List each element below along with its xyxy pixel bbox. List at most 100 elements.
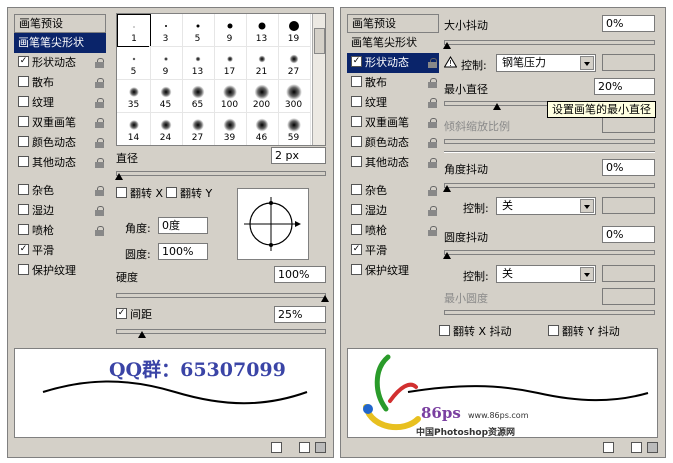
angle-jitter-field[interactable]: 0% (602, 159, 655, 176)
brush-tip-cell[interactable]: 17 (213, 47, 247, 80)
slider-knob[interactable] (493, 103, 502, 111)
sidebar-item[interactable]: 画笔笔尖形状 (347, 33, 439, 53)
slider-knob[interactable] (138, 331, 147, 339)
flip-x-jitter-option[interactable]: 翻转 X 抖动 (439, 323, 512, 339)
sidebar-item[interactable]: 散布 (14, 73, 106, 93)
lock-icon[interactable] (428, 118, 437, 128)
sidebar-item-checkbox[interactable] (18, 136, 29, 147)
lock-icon[interactable] (95, 226, 104, 236)
hardness-field[interactable]: 100% (274, 266, 326, 283)
angle-jitter-slider[interactable] (443, 183, 655, 192)
brush-tip-cell[interactable]: 13 (245, 14, 279, 47)
brush-tip-cell[interactable]: 300 (277, 80, 311, 113)
lock-icon[interactable] (95, 186, 104, 196)
brush-presets-header[interactable]: 画笔预设 (14, 14, 106, 33)
sidebar-item-checkbox[interactable] (18, 184, 29, 195)
brush-tip-cell[interactable]: 65 (181, 80, 215, 113)
brush-tip-cell[interactable]: 5 (181, 14, 215, 47)
roundness-jitter-slider[interactable] (443, 250, 655, 259)
sidebar-item-checkbox[interactable] (18, 204, 29, 215)
trash-icon[interactable] (315, 442, 326, 453)
brush-tip-cell[interactable]: 46 (245, 113, 279, 145)
sidebar-item-checkbox[interactable] (18, 116, 29, 127)
sidebar-item[interactable]: 湿边 (14, 201, 106, 221)
lock-icon[interactable] (428, 206, 437, 216)
spacing-checkbox[interactable] (116, 308, 127, 319)
sidebar-item[interactable]: 杂色 (14, 181, 106, 201)
brush-tip-cell[interactable]: 35 (117, 80, 151, 113)
slider-knob[interactable] (443, 42, 452, 50)
sidebar-item[interactable]: 保护纹理 (347, 261, 439, 281)
spacing-field[interactable]: 25% (274, 306, 326, 323)
lock-icon[interactable] (95, 118, 104, 128)
sidebar-item-checkbox[interactable] (351, 204, 362, 215)
sidebar-item-checkbox[interactable] (351, 76, 362, 87)
size-jitter-field[interactable]: 0% (602, 15, 655, 32)
slider-knob[interactable] (443, 252, 452, 260)
sidebar-item-checkbox[interactable] (351, 264, 362, 275)
flip-y-option[interactable]: 翻转 Y (166, 185, 212, 201)
brush-tip-cell[interactable]: 3 (149, 14, 183, 47)
trash-icon[interactable] (647, 442, 658, 453)
sidebar-item[interactable]: 喷枪 (347, 221, 439, 241)
brush-tip-cell[interactable]: 27 (181, 113, 215, 145)
brush-tip-cell[interactable]: 19 (277, 14, 311, 47)
sidebar-item[interactable]: 形状动态 (347, 53, 439, 73)
sidebar-item[interactable]: 颜色动态 (14, 133, 106, 153)
angle-roundness-widget[interactable] (237, 188, 309, 260)
sidebar-item[interactable]: 湿边 (347, 201, 439, 221)
brush-tip-cell[interactable]: 9 (213, 14, 247, 47)
roundness-control-select[interactable]: 关 (496, 265, 596, 283)
brush-tip-cell[interactable]: 13 (181, 47, 215, 80)
brush-tip-grid[interactable]: 1 3 5 9 13 19 5 9 13 17 21 27 35 45 65 100 200 300 14 24 27 3… (116, 13, 326, 146)
angle-control-select[interactable]: 关 (496, 197, 596, 215)
brush-tip-cell[interactable]: 39 (213, 113, 247, 145)
sidebar-item[interactable]: 其他动态 (14, 153, 106, 173)
min-diameter-field[interactable]: 20% (594, 78, 655, 95)
size-jitter-slider[interactable] (443, 40, 655, 49)
size-control-select[interactable]: 钢笔压力 (496, 54, 596, 72)
new-preset-icon[interactable] (603, 442, 614, 453)
brush-tip-cell[interactable]: 24 (149, 113, 183, 145)
sidebar-item-checkbox[interactable] (351, 136, 362, 147)
sidebar-item[interactable]: 形状动态 (14, 53, 106, 73)
slider-knob[interactable] (115, 173, 124, 181)
angle-field[interactable]: 0度 (158, 217, 208, 234)
lock-icon[interactable] (95, 58, 104, 68)
sidebar-item-checkbox[interactable] (351, 96, 362, 107)
spacing-option[interactable]: 间距 (116, 306, 152, 322)
lock-icon[interactable] (95, 98, 104, 108)
create-brush-icon[interactable] (631, 442, 642, 453)
sidebar-item-checkbox[interactable] (18, 244, 29, 255)
lock-icon[interactable] (428, 186, 437, 196)
sidebar-item[interactable]: 其他动态 (347, 153, 439, 173)
lock-icon[interactable] (428, 226, 437, 236)
lock-icon[interactable] (428, 98, 437, 108)
lock-icon[interactable] (95, 206, 104, 216)
sidebar-item[interactable]: 散布 (347, 73, 439, 93)
lock-icon[interactable] (95, 138, 104, 148)
sidebar-item[interactable]: 双重画笔 (14, 113, 106, 133)
flip-x-checkbox[interactable] (116, 187, 127, 198)
flip-y-jitter-option[interactable]: 翻转 Y 抖动 (548, 323, 620, 339)
slider-knob[interactable] (443, 185, 452, 193)
brush-tip-cell[interactable]: 59 (277, 113, 311, 145)
roundness-field[interactable]: 100% (158, 243, 208, 260)
scrollbar-thumb[interactable] (314, 28, 325, 54)
roundness-jitter-field[interactable]: 0% (602, 226, 655, 243)
brush-tip-cell[interactable]: 45 (149, 80, 183, 113)
spacing-slider[interactable] (116, 329, 326, 338)
sidebar-item[interactable]: 纹理 (347, 93, 439, 113)
create-brush-icon[interactable] (299, 442, 310, 453)
sidebar-item[interactable]: 保护纹理 (14, 261, 106, 281)
lock-icon[interactable] (428, 58, 437, 68)
brush-tip-cell[interactable]: 9 (149, 47, 183, 80)
sidebar-item-checkbox[interactable] (18, 76, 29, 87)
new-preset-icon[interactable] (271, 442, 282, 453)
sidebar-item-checkbox[interactable] (18, 224, 29, 235)
brush-tip-cell[interactable]: 200 (245, 80, 279, 113)
brush-tip-cell[interactable]: 21 (245, 47, 279, 80)
sidebar-item-checkbox[interactable] (18, 96, 29, 107)
brush-presets-header[interactable]: 画笔预设 (347, 14, 439, 33)
sidebar-item-checkbox[interactable] (351, 224, 362, 235)
